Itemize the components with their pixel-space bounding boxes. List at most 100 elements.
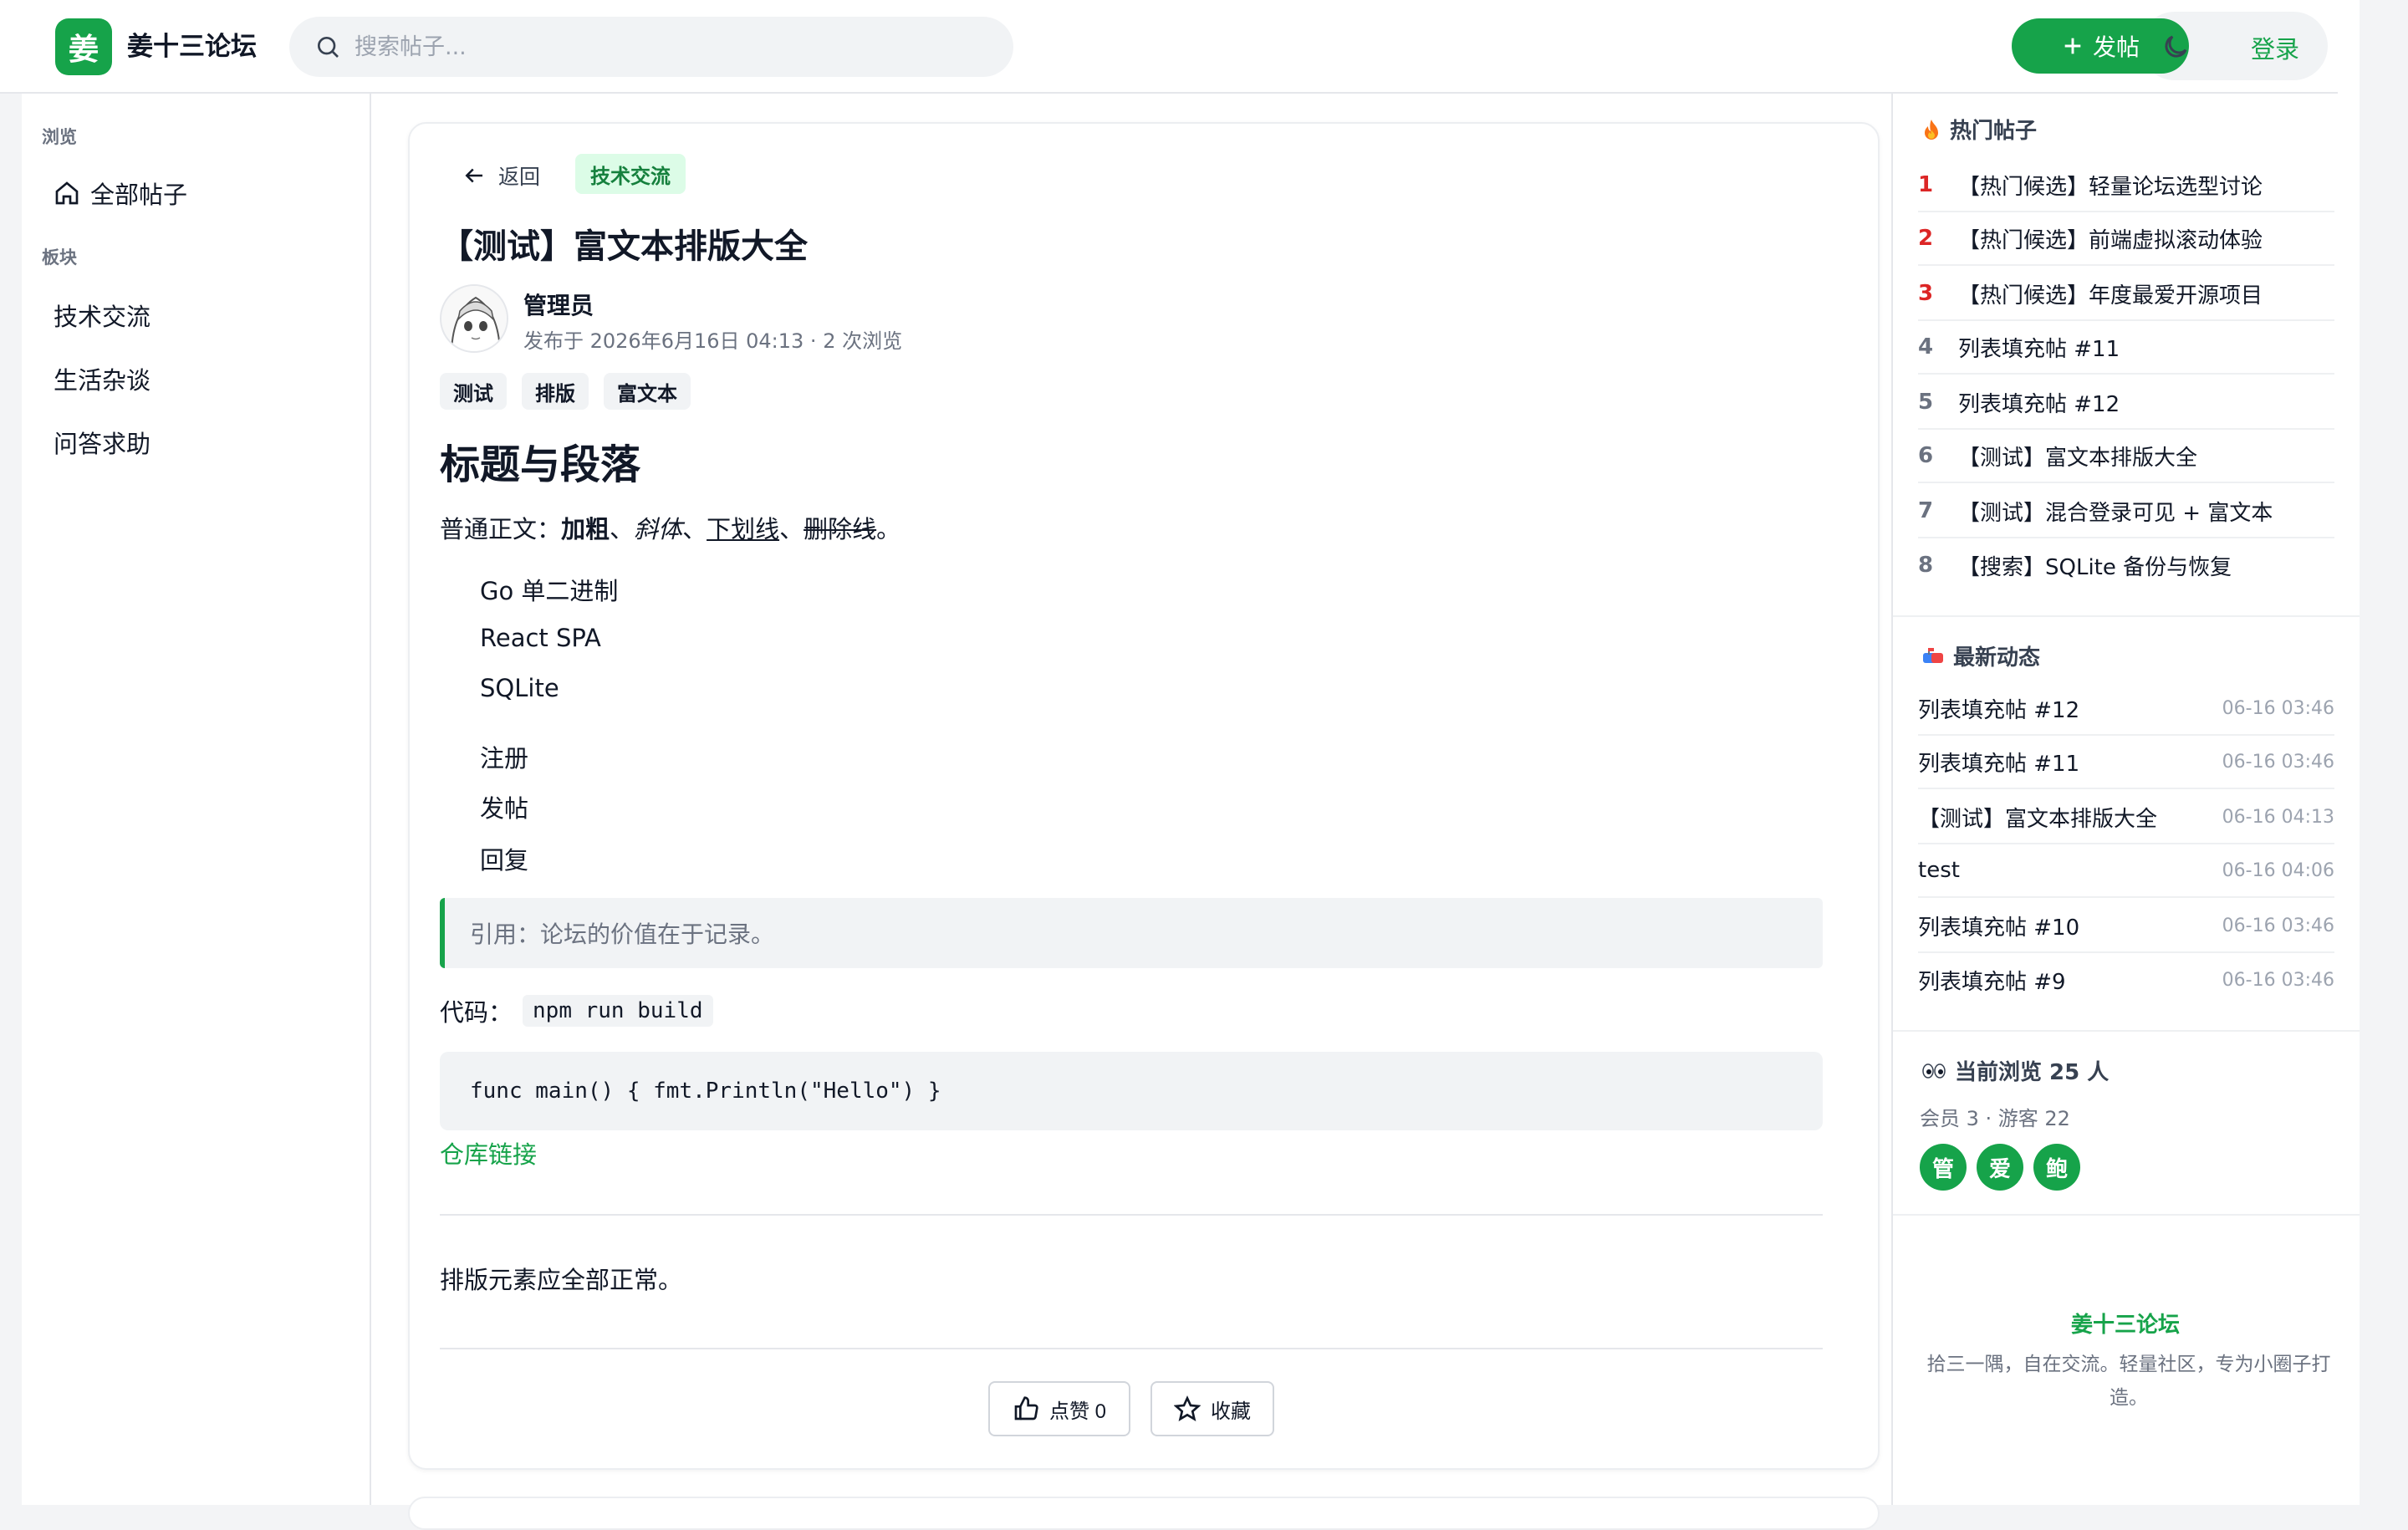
- tag-layout[interactable]: 排版: [522, 373, 589, 410]
- online-avatar[interactable]: 爱: [1977, 1144, 2023, 1191]
- hot-rank: 8: [1918, 553, 1934, 578]
- strike-text: 删除线: [804, 515, 877, 543]
- recent-time: 06-16 03:46: [2222, 697, 2334, 719]
- recent-item[interactable]: 列表填充帖 #11 06-16 03:46: [1918, 736, 2334, 789]
- sidebar-item-life[interactable]: 生活杂谈: [54, 361, 150, 396]
- recent-title: 列表填充帖 #12: [1918, 697, 2080, 723]
- hot-post-item[interactable]: 3 【热门候选】年度最爱开源项目: [1918, 268, 2334, 321]
- recent-title: 列表填充帖 #10: [1918, 915, 2080, 941]
- hot-title: 【热门候选】年度最爱开源项目: [1958, 283, 2263, 309]
- star-icon: [1174, 1395, 1201, 1421]
- online-avatar[interactable]: 鲍: [2033, 1144, 2080, 1191]
- hot-rank: 2: [1918, 226, 1934, 251]
- hot-title: 【热门候选】前端虚拟滚动体验: [1958, 227, 2263, 253]
- footer-desc: 拾三一隅，自在交流。轻量社区，专为小圈子打造。: [1926, 1354, 2331, 1409]
- recent-time: 06-16 04:06: [2222, 859, 2334, 881]
- recent-time: 06-16 04:13: [2222, 806, 2334, 828]
- hot-post-item[interactable]: 2 【热门候选】前端虚拟滚动体验: [1918, 212, 2334, 266]
- recent-title: 列表填充帖 #9: [1918, 969, 2066, 995]
- favorite-button[interactable]: 收藏: [1150, 1381, 1274, 1436]
- hot-post-item[interactable]: 1 【热门候选】轻量论坛选型讨论: [1918, 159, 2334, 212]
- sidebar-item-tech[interactable]: 技术交流: [54, 298, 150, 333]
- logo-icon[interactable]: 姜: [55, 18, 112, 75]
- browse-heading: 浏览: [42, 127, 77, 147]
- tag-test[interactable]: 测试: [440, 373, 507, 410]
- hot-rank: 3: [1918, 281, 1934, 306]
- list-item: 注册: [480, 744, 529, 773]
- hot-post-item[interactable]: 7 【测试】混合登录可见 + 富文本: [1918, 485, 2334, 538]
- login-link[interactable]: 登录: [2251, 30, 2299, 65]
- hot-post-item[interactable]: 5 列表填充帖 #12: [1918, 376, 2334, 430]
- recent-title: 列表填充帖 #11: [1918, 751, 2080, 777]
- list-item: 回复: [480, 846, 529, 875]
- recent-item[interactable]: 【测试】富文本排版大全 06-16 04:13: [1918, 791, 2334, 844]
- inline-code-line: 代码： npm run build: [440, 993, 713, 1028]
- section-divider: [1893, 615, 2360, 617]
- back-label: 返回: [498, 165, 541, 189]
- italic-text: 斜体: [634, 515, 683, 543]
- like-button[interactable]: 点赞 0: [988, 1381, 1130, 1436]
- underline-text: 下划线: [707, 515, 780, 543]
- post-title: 【测试】富文本排版大全: [440, 227, 808, 266]
- para-prefix: 普通正文：: [440, 515, 562, 543]
- online-sub: 会员 3 · 游客 22: [1920, 1107, 2070, 1130]
- hot-rank: 4: [1918, 334, 1934, 360]
- section-divider: [1893, 1030, 2360, 1032]
- footer-brand: 姜十三论坛: [2070, 1313, 2180, 1338]
- sidebar-item-all-posts[interactable]: 全部帖子: [54, 176, 187, 211]
- bold-text: 加粗: [561, 515, 610, 543]
- section-divider: [1893, 1214, 2360, 1216]
- plus-icon: [2064, 38, 2081, 54]
- recent-title: 【测试】富文本排版大全: [1918, 806, 2158, 832]
- list-item: Go 单二进制: [480, 577, 619, 605]
- favorite-label: 收藏: [1211, 1400, 1251, 1423]
- boards-heading: 板块: [42, 247, 77, 268]
- hot-post-item[interactable]: 6 【测试】富文本排版大全: [1918, 430, 2334, 483]
- like-label: 点赞 0: [1048, 1400, 1106, 1423]
- inline-code: npm run build: [523, 995, 713, 1027]
- hot-title: 列表填充帖 #11: [1958, 336, 2120, 362]
- tag-richtext[interactable]: 富文本: [604, 373, 691, 410]
- recent-item[interactable]: test 06-16 04:06: [1918, 844, 2334, 898]
- recent-time: 06-16 03:46: [2222, 915, 2334, 936]
- blockquote: 引用：论坛的价值在于记录。: [440, 898, 1823, 968]
- back-button[interactable]: 返回: [462, 161, 540, 191]
- site-brand[interactable]: 姜十三论坛: [127, 25, 257, 63]
- hot-rank: 1: [1918, 172, 1934, 197]
- recent-item[interactable]: 列表填充帖 #10 06-16 03:46: [1918, 900, 2334, 953]
- separator: 、: [610, 515, 635, 543]
- hot-title: 【搜索】SQLite 备份与恢复: [1958, 554, 2232, 580]
- separator: 、: [779, 515, 804, 543]
- content-paragraph: 普通正文：加粗、斜体、下划线、删除线。: [440, 510, 900, 545]
- recent-item[interactable]: 列表填充帖 #12 06-16 03:46: [1918, 682, 2334, 736]
- online-avatar[interactable]: 管: [1920, 1144, 1967, 1191]
- online-heading-label: 当前浏览 25 人: [1955, 1060, 2110, 1085]
- hot-post-item[interactable]: 4 列表填充帖 #11: [1918, 321, 2334, 375]
- hot-post-item[interactable]: 8 【搜索】SQLite 备份与恢复: [1918, 538, 2334, 592]
- recent-time: 06-16 03:46: [2222, 751, 2334, 773]
- closing-paragraph: 排版元素应全部正常。: [440, 1266, 683, 1294]
- hot-title: 列表填充帖 #12: [1958, 391, 2120, 417]
- author-avatar[interactable]: [440, 284, 508, 353]
- fire-icon: [1925, 119, 1938, 140]
- list-item: React SPA: [480, 624, 601, 652]
- hot-heading: 热门帖子: [1921, 114, 2037, 145]
- recent-item[interactable]: 列表填充帖 #9 06-16 03:46: [1918, 953, 2334, 1007]
- period: 。: [876, 515, 901, 543]
- category-badge[interactable]: 技术交流: [575, 154, 686, 194]
- recent-heading-label: 最新动态: [1953, 645, 2041, 671]
- search-bar[interactable]: [289, 17, 1013, 77]
- search-input[interactable]: [355, 33, 990, 60]
- repo-link[interactable]: 仓库链接: [440, 1135, 537, 1170]
- divider: [440, 1348, 1823, 1349]
- author-name[interactable]: 管理员: [523, 288, 594, 321]
- code-block: func main() { fmt.Println("Hello") }: [440, 1052, 1823, 1130]
- hot-rank: 5: [1918, 390, 1934, 415]
- thumbs-up-icon: [1014, 1396, 1038, 1420]
- post-meta: 发布于 2026年6月16日 04:13 · 2 次浏览: [523, 329, 903, 353]
- moon-icon[interactable]: [2161, 32, 2191, 62]
- hot-rank: 7: [1918, 498, 1934, 523]
- sidebar-item-qa[interactable]: 问答求助: [54, 425, 150, 460]
- new-post-label: 发帖: [2092, 34, 2140, 60]
- hot-rank: 6: [1918, 443, 1934, 468]
